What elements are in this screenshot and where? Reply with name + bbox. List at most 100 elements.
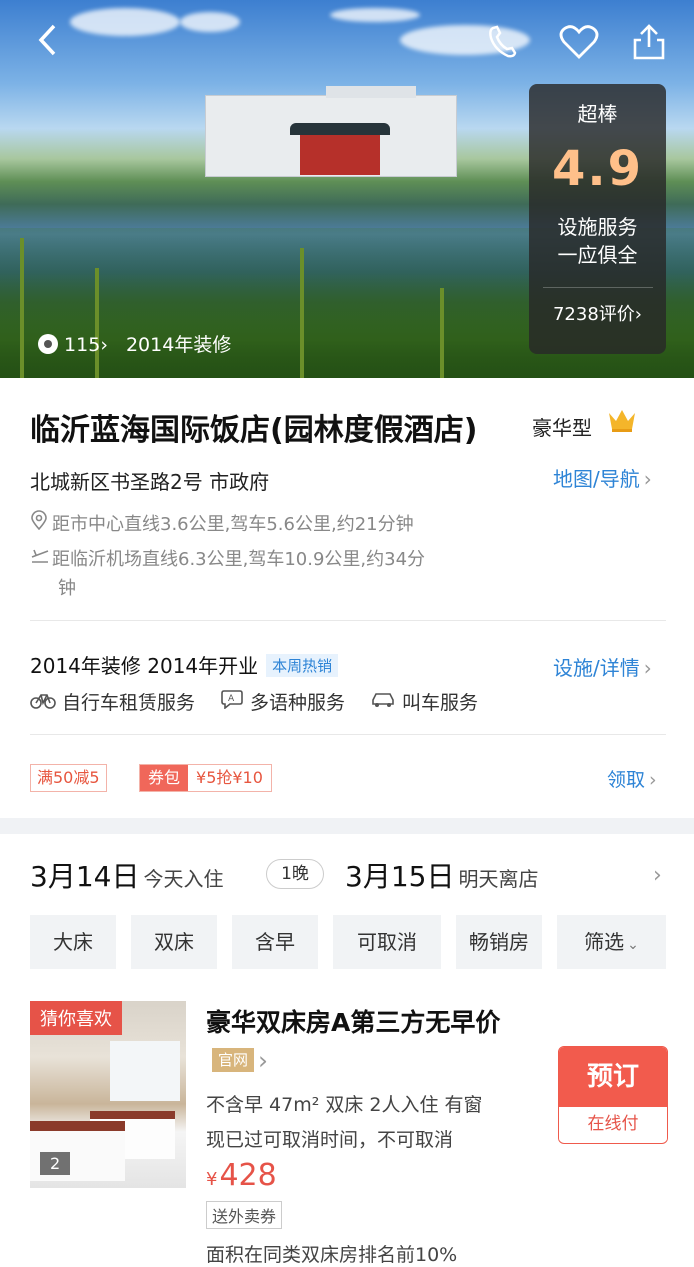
claim-coupon-button[interactable]: 领取 ›	[607, 765, 657, 792]
checkin-note: 今天入住	[143, 867, 224, 891]
room-photo-count: 2	[40, 1152, 71, 1175]
chevron-right-icon: ›	[634, 304, 642, 325]
review-count: 7238评价	[552, 304, 635, 325]
checkout-note: 明天离店	[458, 867, 539, 891]
phone-icon[interactable]	[486, 22, 518, 71]
currency-symbol: ¥	[206, 1169, 218, 1190]
room-filter-bar: 大床 双床 含早 可取消 畅销房 筛选 ⌄	[30, 915, 666, 969]
room-name[interactable]: 豪华双床房A第三方无早价官网 ›	[206, 1004, 536, 1080]
car-icon	[370, 692, 396, 714]
language-icon: A	[220, 690, 244, 714]
camera-icon	[38, 334, 58, 354]
rating-level: 超棒	[577, 102, 618, 126]
divider	[30, 620, 666, 621]
renovation-info: 2014年装修 2014年开业 本周热销	[30, 650, 339, 679]
rating-desc-line2: 一应俱全	[557, 243, 638, 267]
hotel-address: 北城新区书圣路2号 市政府	[30, 470, 270, 494]
cloud	[180, 12, 240, 32]
chevron-right-icon: ›	[100, 334, 108, 356]
checkout-date-value: 3月15日	[345, 860, 455, 893]
pay-online-label: 在线付	[559, 1107, 667, 1141]
chevron-right-icon: ›	[643, 467, 652, 491]
map-link-label: 地图/导航	[553, 467, 640, 491]
delivery-coupon-tag: 送外卖券	[206, 1201, 283, 1229]
review-count-link[interactable]: 7238评价›	[529, 300, 666, 326]
service-label: 自行车租赁服务	[62, 692, 196, 714]
coupon-pack-label: 券包	[140, 765, 189, 791]
distance-center: 距市中心直线3.6公里,驾车5.6公里,约21分钟	[30, 510, 414, 536]
reed	[20, 238, 24, 378]
star-type: 豪华型	[532, 416, 592, 440]
service-multilingual: A 多语种服务	[220, 688, 345, 715]
filter-king-bed[interactable]: 大床	[30, 915, 116, 969]
photo-label: 2014年装修	[125, 334, 232, 356]
filter-cancelable[interactable]: 可取消	[333, 915, 441, 969]
service-label: 多语种服务	[250, 692, 346, 714]
chevron-right-icon[interactable]: ›	[653, 863, 662, 888]
hot-sale-badge: 本周热销	[266, 654, 339, 677]
crown-icon	[607, 407, 637, 440]
share-icon[interactable]	[632, 22, 666, 71]
hotel-name: 临沂蓝海国际饭店(园林度假酒店)	[30, 413, 478, 448]
filter-more-button[interactable]: 筛选 ⌄	[557, 915, 666, 969]
distance-airport-wrap: 钟	[58, 578, 76, 599]
rating-desc-line1: 设施服务	[557, 215, 638, 239]
book-label: 预订	[559, 1047, 667, 1107]
room-price: ¥428	[206, 1158, 277, 1193]
service-car-call: 叫车服务	[370, 688, 478, 715]
airplane-icon	[30, 547, 52, 570]
coupon-pack[interactable]: 券包 ¥5抢¥10	[139, 764, 272, 792]
divider	[30, 734, 666, 735]
chevron-right-icon: ›	[258, 1046, 269, 1075]
distance-airport-text: 距临沂机场直线6.3公里,驾车10.9公里,约34分	[52, 549, 426, 570]
facilities-link-label: 设施/详情	[553, 656, 640, 680]
room-name-text: 豪华双床房A第三方无早价	[206, 1008, 501, 1037]
recommend-tag: 猜你喜欢	[30, 1001, 122, 1035]
room-window	[110, 1041, 180, 1101]
rating-divider	[542, 287, 653, 288]
cloud	[330, 8, 420, 22]
room-rank: 面积在同类双床房排名前10%	[206, 1244, 458, 1266]
filter-twin-bed[interactable]: 双床	[131, 915, 217, 969]
official-badge: 官网	[212, 1048, 255, 1072]
checkin-date-value: 3月14日	[30, 860, 140, 893]
back-icon[interactable]	[36, 22, 58, 67]
filter-more-label: 筛选	[584, 930, 625, 954]
service-label: 叫车服务	[402, 692, 479, 714]
chevron-right-icon: ›	[643, 656, 652, 680]
service-bike-rental: 自行车租赁服务	[30, 688, 195, 715]
distance-center-text: 距市中心直线3.6公里,驾车5.6公里,约21分钟	[52, 514, 414, 535]
reed	[300, 248, 304, 378]
room-details: 不含早 47m² 双床 2人入住 有窗	[206, 1094, 483, 1116]
nights-count: 1晚	[266, 859, 324, 889]
renovation-text: 2014年装修 2014年开业	[30, 654, 259, 678]
favorite-heart-icon[interactable]	[558, 22, 600, 71]
rating-card[interactable]: 超棒 4.9 设施服务 一应俱全 7238评价›	[529, 84, 666, 354]
location-pin-icon	[30, 510, 52, 535]
chevron-right-icon: ›	[649, 769, 657, 791]
coupon-discount[interactable]: 满50减5	[30, 764, 107, 792]
cancel-policy: 现已过可取消时间，不可取消	[206, 1129, 454, 1151]
filter-bestseller[interactable]: 畅销房	[456, 915, 542, 969]
map-navigation-link[interactable]: 地图/导航 ›	[553, 463, 652, 492]
claim-label: 领取	[607, 769, 646, 791]
distance-airport: 距临沂机场直线6.3公里,驾车10.9公里,约34分	[30, 545, 425, 571]
svg-text:A: A	[228, 694, 235, 704]
coupon-pack-value: ¥5抢¥10	[196, 768, 263, 787]
photo-gallery-link[interactable]: 115› 2014年装修	[38, 330, 231, 357]
reed	[440, 288, 444, 378]
filter-breakfast[interactable]: 含早	[232, 915, 318, 969]
book-button[interactable]: 预订 在线付	[558, 1046, 668, 1144]
checkin-date[interactable]: 3月14日 今天入住	[30, 855, 223, 895]
section-separator	[0, 818, 694, 834]
pagoda	[290, 123, 390, 175]
photo-count: 115	[64, 334, 101, 356]
bicycle-icon	[30, 692, 56, 714]
cloud	[70, 8, 180, 36]
rating-score: 4.9	[551, 141, 644, 197]
facilities-details-link[interactable]: 设施/详情 ›	[553, 652, 652, 681]
chevron-down-icon: ⌄	[627, 937, 639, 953]
reed	[95, 268, 99, 378]
price-value: 428	[219, 1158, 277, 1193]
checkout-date[interactable]: 3月15日 明天离店	[345, 855, 538, 895]
